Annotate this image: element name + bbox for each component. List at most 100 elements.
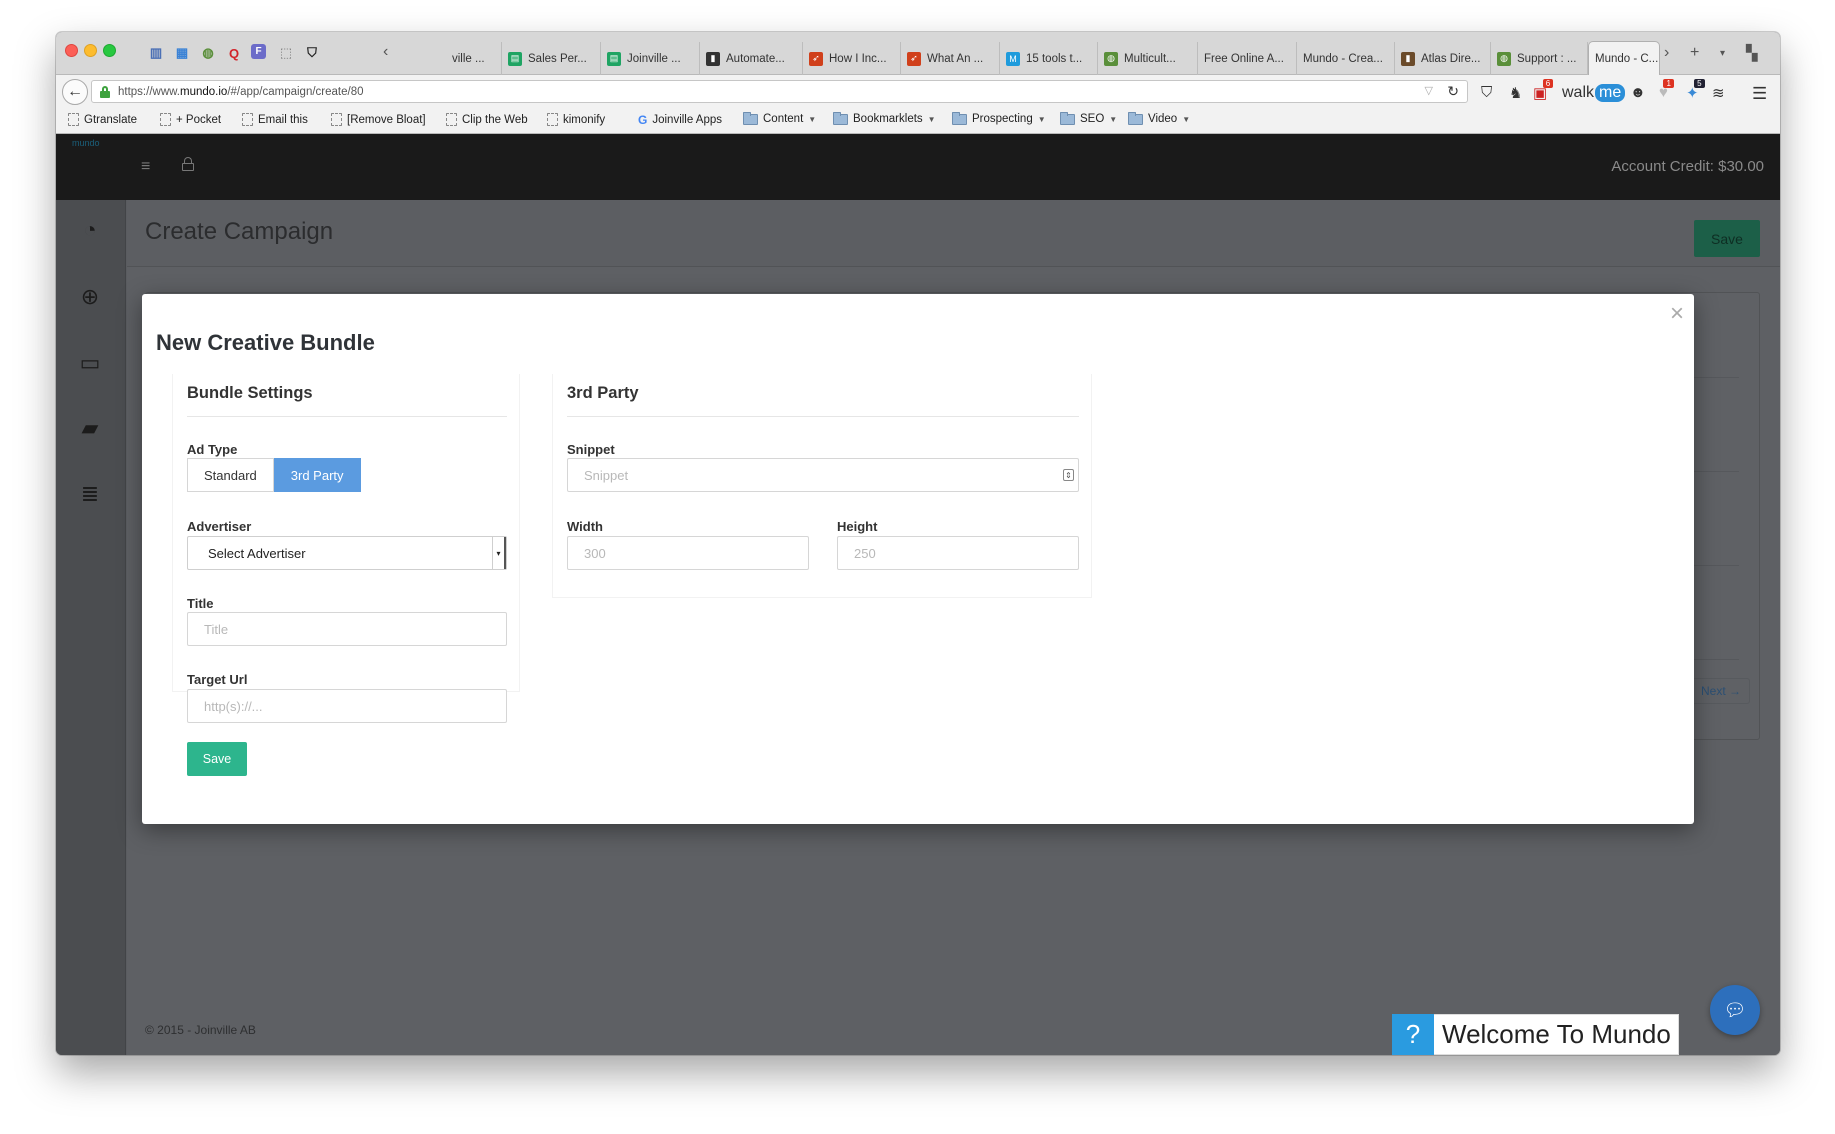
pocket-icon[interactable]: ⛉ [1481,84,1492,101]
chat-extension-icon[interactable]: ☻ [1630,84,1646,101]
maximize-window-button[interactable] [103,44,116,57]
new-tab-icon[interactable]: + [1690,44,1699,62]
page-icon [446,113,457,126]
title-label: Title [187,596,214,611]
browser-tab[interactable]: Free Online A... [1198,42,1297,75]
page-title: Create Campaign [145,218,334,245]
tab-scroll-left-icon[interactable]: ‹ [383,43,388,61]
lock-icon[interactable] [182,157,194,171]
url-domain: mundo.io [180,85,228,98]
hamburger-icon[interactable]: ≡ [141,158,150,176]
browser-tab[interactable]: ➶ What An ... [901,42,1000,75]
folder-icon [952,111,967,125]
bird-extension-icon[interactable]: ✦ 5 [1686,79,1705,102]
title-placeholder: Title [204,621,229,637]
pinned-tab-f-icon[interactable]: F [251,44,266,59]
bundle-settings-heading: Bundle Settings [187,384,313,402]
bookmark-item[interactable]: G Joinville Apps [638,113,722,127]
width-input[interactable]: 300 [567,536,809,570]
browser-tab[interactable]: Mundo - Crea... [1297,42,1395,75]
app-logo[interactable]: mundo [72,138,100,148]
chat-help-button[interactable]: 💬︎ [1710,985,1760,1035]
content-header: Create Campaign Save [127,200,1780,267]
browser-tab[interactable]: ▮ Automate... [700,42,803,75]
bookmark-item[interactable]: Content ▼ [743,111,816,125]
back-button[interactable]: ← [62,79,88,105]
menu-icon[interactable]: ☰ [1752,84,1767,104]
pinned-tab-page-icon[interactable]: ⬚ [277,44,295,62]
new-creative-bundle-modal: × New Creative Bundle Bundle Settings Ad… [142,294,1694,824]
bookmark-label: Bookmarklets [853,113,923,125]
tab-scroll-right-icon[interactable]: › [1664,44,1669,62]
height-placeholder: 250 [854,545,876,561]
bookmark-item[interactable]: Clip the Web [446,113,528,126]
tab-list-icon[interactable]: ▾ [1720,48,1725,59]
title-input[interactable]: Title [187,612,507,646]
bookmark-item[interactable]: kimonify [547,113,605,126]
pinned-tab-globe-icon[interactable]: ◍ [199,44,217,62]
modal-title: New Creative Bundle [156,330,375,355]
ad-type-3rd-party-button[interactable]: 3rd Party [273,458,361,492]
lastpass-icon[interactable]: ▣ 6 [1533,79,1554,102]
bookmark-item[interactable]: Prospecting ▼ [952,111,1046,125]
bookmark-item[interactable]: Gtranslate [68,113,137,126]
browser-tab[interactable]: ◍ Multicult... [1098,42,1198,75]
walkme-icon[interactable]: walk me [1562,84,1626,102]
bookmark-item[interactable]: + Pocket [160,113,221,126]
save-bundle-button[interactable]: Save [187,742,247,776]
book-icon[interactable]: ▰ [76,414,104,442]
pinned-tab-calendar-icon[interactable]: ▦ [173,44,191,62]
welcome-widget[interactable]: ? Welcome To Mundo [1392,1014,1679,1055]
browser-tab[interactable]: ville ... [446,42,502,75]
header-save-button[interactable]: Save [1694,220,1760,257]
close-icon[interactable]: × [1670,300,1684,328]
heart-extension-icon[interactable]: ♥ 1 [1659,79,1674,101]
folder-icon [1060,111,1075,125]
ad-type-standard-button[interactable]: Standard [187,458,274,492]
buffer-icon[interactable]: ≋ [1712,84,1725,102]
tab-label: Free Online A... [1204,52,1284,65]
url-path: /#/app/campaign/create/80 [227,85,364,98]
pinned-tab-shield-icon[interactable]: ⛉ [303,44,321,62]
bookmark-label: Video [1148,113,1178,125]
credit-card-icon[interactable]: ▭ [76,349,104,377]
height-input[interactable]: 250 [837,536,1079,570]
url-field[interactable]: https://www. mundo.io/#/app/campaign/crea… [91,80,1468,103]
resize-icon[interactable]: ⇕ [1063,469,1074,481]
globe-icon: ◍ [1497,51,1511,66]
close-window-button[interactable] [65,44,78,57]
width-placeholder: 300 [584,545,606,561]
advertiser-select[interactable]: Select Advertiser ▾ [187,536,507,570]
pinned-tab-quora-icon[interactable]: Q [225,44,243,62]
minimize-window-button[interactable] [84,44,97,57]
url-dropdown-icon[interactable]: ▽ [1425,84,1433,97]
bookmark-item[interactable]: Video ▼ [1128,111,1190,125]
target-url-placeholder: http(s)://... [204,698,263,714]
welcome-text: Welcome To Mundo [1442,1019,1671,1049]
tab-groups-icon[interactable]: ▚ [1746,44,1758,62]
page-icon [331,113,342,126]
bookmark-item[interactable]: [Remove Bloat] [331,113,426,126]
bookmarks-bar: Gtranslate + Pocket Email this [Remove Bloa… [56,108,1780,134]
reload-icon[interactable]: ↻ [1447,83,1459,100]
browser-tab[interactable]: M 15 tools t... [1000,42,1098,75]
browser-tab[interactable]: ▤ Joinville ... [601,42,700,75]
target-url-input[interactable]: http(s)://... [187,689,507,723]
browser-tab[interactable]: ▮ Atlas Dire... [1395,42,1491,75]
bookmark-item[interactable]: Email this [242,113,308,126]
browser-tab[interactable]: Mundo - C...× [1588,41,1660,76]
database-icon[interactable]: ≣ [76,480,104,508]
pinned-tab-chart-icon[interactable]: ▥ [147,44,165,62]
next-button[interactable]: Next → [1691,678,1750,704]
browser-tab[interactable]: ◍ Support : ... [1491,42,1588,75]
snippet-input[interactable]: Snippet ⇕ [567,458,1079,492]
app-sidebar: ◔ ⊕ ▭ ▰ ≣ [56,200,126,1055]
browser-tab[interactable]: ▤ Sales Per... [502,42,601,75]
bookmark-item[interactable]: SEO ▼ [1060,111,1117,125]
browser-tab[interactable]: ➶ How I Inc... [803,42,901,75]
bookmark-item[interactable]: Bookmarklets ▼ [833,111,936,125]
tab-label: What An ... [927,52,984,65]
globe-icon[interactable]: ⊕ [76,283,104,311]
dashboard-icon[interactable]: ◔ [76,216,104,244]
evernote-icon[interactable]: ♞ [1509,84,1522,102]
